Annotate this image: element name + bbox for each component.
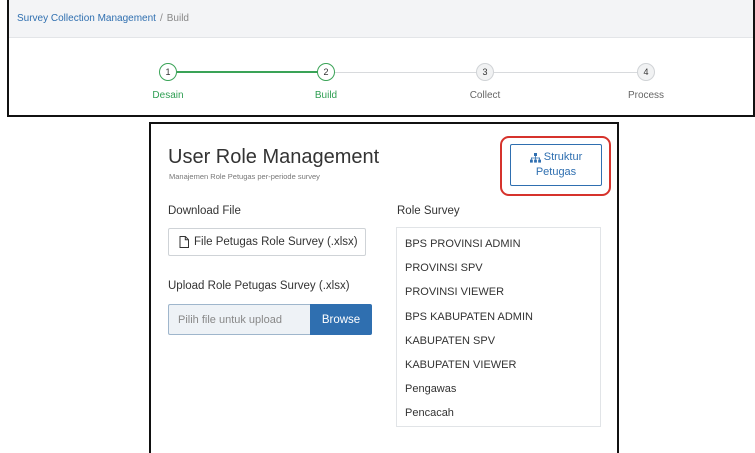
- role-item[interactable]: KABUPATEN SPV: [397, 329, 600, 353]
- step-4-label: Process: [627, 90, 665, 101]
- step-3-circle[interactable]: 3: [476, 63, 494, 81]
- role-item[interactable]: KABUPATEN VIEWER: [397, 353, 600, 377]
- step-connector-1-2: [177, 71, 321, 73]
- page-title: User Role Management: [168, 146, 380, 168]
- struktur-petugas-button[interactable]: Struktur Petugas: [510, 144, 602, 186]
- role-item[interactable]: BPS PROVINSI ADMIN: [397, 232, 600, 256]
- role-survey-label: Role Survey: [397, 205, 460, 217]
- download-file-button[interactable]: File Petugas Role Survey (.xlsx): [168, 228, 366, 256]
- top-panel: Survey Collection Management / Build 1 2…: [7, 0, 755, 117]
- browse-button[interactable]: Browse: [310, 304, 372, 335]
- breadcrumb-link-survey-collection[interactable]: Survey Collection Management: [17, 13, 156, 24]
- role-item[interactable]: PROVINSI SPV: [397, 256, 600, 280]
- role-survey-list[interactable]: BPS PROVINSI ADMIN PROVINSI SPV PROVINSI…: [396, 227, 601, 427]
- file-icon: [179, 236, 189, 248]
- step-connector-3-4: [494, 72, 641, 73]
- sitemap-icon: [529, 152, 541, 163]
- upload-group: Pilih file untuk upload Browse: [168, 304, 372, 335]
- step-2-circle[interactable]: 2: [317, 63, 335, 81]
- struktur-button-line2: Petugas: [535, 166, 577, 178]
- breadcrumb-separator: /: [159, 13, 163, 24]
- user-role-card: User Role Management Manajemen Role Petu…: [149, 122, 619, 453]
- step-4-circle[interactable]: 4: [637, 63, 655, 81]
- step-1-label: Desain: [152, 90, 184, 101]
- step-2-label: Build: [314, 90, 338, 101]
- upload-file-input[interactable]: Pilih file untuk upload: [168, 304, 310, 335]
- struktur-button-line1: Struktur: [543, 151, 583, 163]
- breadcrumb-current: Build: [166, 13, 189, 24]
- step-1-circle[interactable]: 1: [159, 63, 177, 81]
- role-item[interactable]: Pencacah: [397, 401, 600, 425]
- role-item[interactable]: Pengawas: [397, 377, 600, 401]
- breadcrumb: Survey Collection Management / Build: [9, 0, 753, 38]
- stepper: 1 2 3 4 Desain Build Collect Process: [9, 38, 753, 116]
- role-item[interactable]: PROVINSI VIEWER: [397, 280, 600, 304]
- step-3-label: Collect: [469, 90, 501, 101]
- role-item[interactable]: BPS KABUPATEN ADMIN: [397, 305, 600, 329]
- download-file-label: Download File: [168, 205, 241, 217]
- download-file-button-label: File Petugas Role Survey (.xlsx): [194, 236, 358, 248]
- step-connector-2-3: [335, 72, 480, 73]
- page-subtitle: Manajemen Role Petugas per-periode surve…: [169, 172, 320, 181]
- upload-label: Upload Role Petugas Survey (.xlsx): [168, 280, 350, 292]
